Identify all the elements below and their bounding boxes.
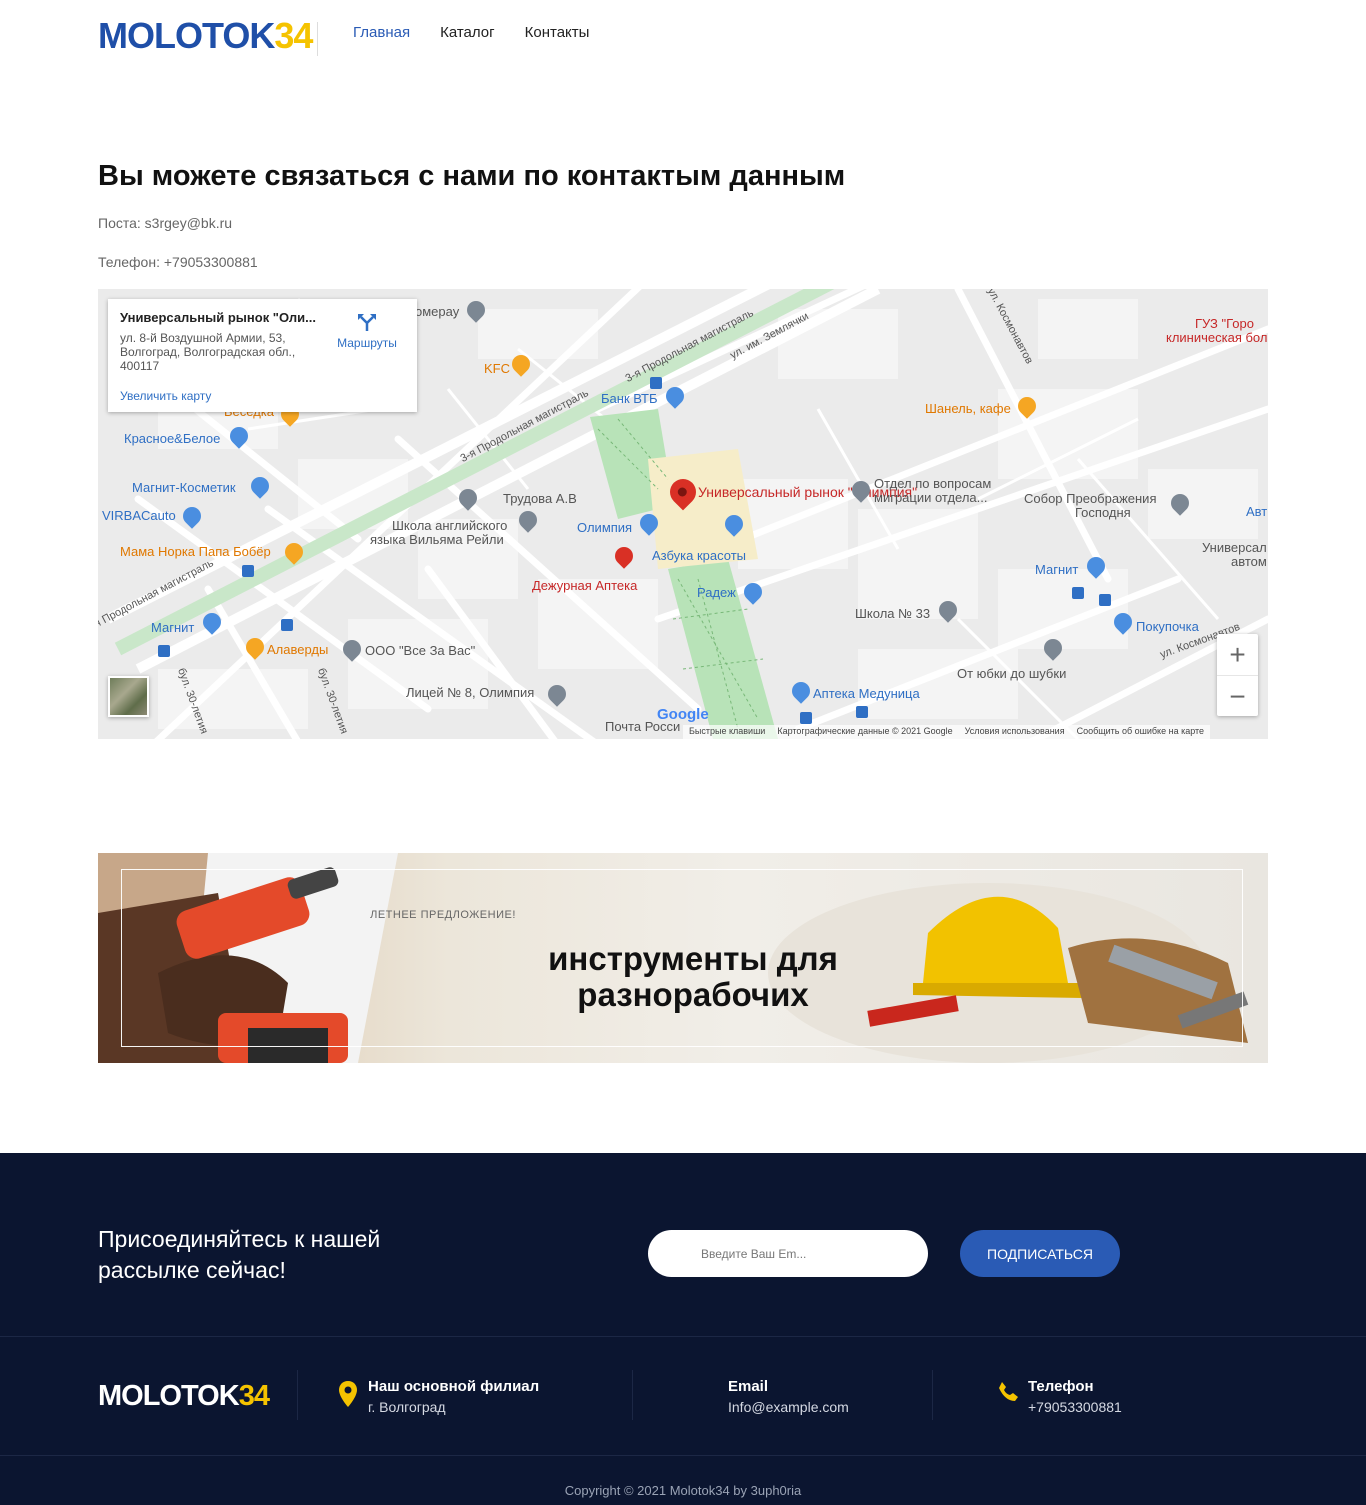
poi-label[interactable]: Магнит — [151, 621, 194, 635]
nav-home[interactable]: Главная — [353, 24, 410, 41]
site-footer — [0, 1153, 1366, 1505]
poi-label[interactable]: Банк ВТБ — [601, 392, 658, 406]
email-value[interactable]: Info@example.com — [728, 1399, 849, 1415]
poi-label[interactable]: ГУЗ "Горо — [1195, 317, 1254, 331]
google-map[interactable]: 3-я Продольная магистраль 3-я Продольная… — [98, 289, 1268, 739]
promo-banner[interactable]: ЛЕТНЕЕ ПРЕДЛОЖЕНИЕ! инструменты для разн… — [98, 853, 1268, 1063]
bus-stop-icon[interactable] — [242, 565, 254, 577]
map-attribution: Быстрые клавиши Картографические данные … — [683, 725, 1211, 739]
footer-branch: Наш основной филиал г. Волгоград — [368, 1378, 539, 1415]
poi-label[interactable]: Отдел по вопросам — [874, 477, 991, 491]
poi-label[interactable]: Универсал — [1202, 541, 1267, 555]
zoom-in-button[interactable]: + — [1217, 634, 1258, 675]
location-pin-icon — [339, 1381, 357, 1407]
site-header: MOLOTOK34 Главная Каталог Контакты — [0, 0, 1366, 70]
directions-icon — [358, 314, 376, 331]
poi-label[interactable]: клиническая боль — [1166, 331, 1268, 345]
poi-label[interactable]: Собор Преображения — [1024, 492, 1156, 506]
logo-text-number: 34 — [274, 15, 313, 56]
phone-title: Телефон — [1028, 1378, 1094, 1395]
poi-label[interactable]: миграции отдела... — [874, 491, 987, 505]
poi-label[interactable]: Дежурная Аптека — [532, 579, 637, 593]
footer-logo[interactable]: MOLOTOK34 — [98, 1380, 270, 1413]
poi-label[interactable]: Олимпия — [577, 521, 632, 535]
phone-icon — [999, 1382, 1018, 1401]
poi-label[interactable]: Трудова А.В — [503, 492, 577, 506]
terms-link[interactable]: Условия использования — [965, 726, 1065, 738]
bus-stop-icon[interactable] — [281, 619, 293, 631]
footer-column-divider — [297, 1370, 298, 1420]
poi-label[interactable]: автом — [1231, 555, 1267, 569]
satellite-toggle-button[interactable] — [108, 676, 149, 717]
poi-label[interactable]: Азбука красоты — [652, 549, 746, 563]
directions-button[interactable]: Маршруты — [332, 312, 402, 350]
poi-label[interactable]: Школа английского — [392, 519, 507, 533]
banner-kicker: ЛЕТНЕЕ ПРЕДЛОЖЕНИЕ! — [370, 909, 516, 921]
copyright: Copyright © 2021 Molotok34 by 3uph0ria — [564, 1483, 802, 1498]
logo-divider — [317, 22, 318, 56]
bus-stop-icon[interactable] — [800, 712, 812, 724]
poi-label[interactable]: Авт — [1246, 505, 1267, 519]
poi-label[interactable]: ООО "Все За Вас" — [365, 644, 475, 658]
branch-value: г. Волгоград — [368, 1399, 446, 1415]
nav-contacts[interactable]: Контакты — [525, 24, 590, 41]
zoom-out-button[interactable]: − — [1217, 676, 1258, 717]
poi-label[interactable]: Шанель, кафе — [925, 402, 1011, 416]
poi-label[interactable]: KFC — [484, 362, 510, 376]
footer-email: Email Info@example.com — [728, 1378, 849, 1415]
poi-label[interactable]: От юбки до шубки — [957, 667, 1066, 681]
poi-label[interactable]: Школа № 33 — [855, 607, 930, 621]
phone-value[interactable]: +79053300881 — [1028, 1399, 1122, 1415]
place-info-card: Универсальный рынок "Оли... ул. 8-й Возд… — [108, 299, 417, 412]
contact-email: Поста: s3rgey@bk.ru — [98, 215, 233, 231]
google-logo: Google — [657, 706, 709, 723]
poi-label[interactable]: Лицей № 8, Олимпия — [406, 686, 534, 700]
site-logo[interactable]: MOLOTOK34 — [98, 15, 313, 56]
report-error-link[interactable]: Сообщить об ошибке на карте — [1077, 726, 1204, 738]
bus-stop-icon[interactable] — [1072, 587, 1084, 599]
bus-stop-icon[interactable] — [650, 377, 662, 389]
banner-headline: инструменты для разнорабочих — [548, 940, 838, 1013]
enlarge-map-link[interactable]: Увеличить карту — [120, 389, 211, 403]
footer-column-divider — [632, 1370, 633, 1420]
map-data-credit: Картографические данные © 2021 Google — [777, 726, 953, 736]
bus-stop-icon[interactable] — [1099, 594, 1111, 606]
poi-label[interactable]: Радеж — [697, 586, 736, 600]
directions-label: Маршруты — [337, 336, 397, 350]
poi-label[interactable]: Господня — [1075, 506, 1131, 520]
poi-label[interactable]: Магнит-Косметик — [132, 481, 236, 495]
nav-catalog[interactable]: Каталог — [440, 24, 495, 41]
footer-logo-text-number: 34 — [238, 1380, 270, 1412]
newsletter-title: Присоединяйтесь к нашей рассылке сейчас! — [98, 1226, 381, 1283]
footer-phone: Телефон +79053300881 — [1028, 1378, 1122, 1415]
poi-label[interactable]: Мама Норка Папа Бобёр — [120, 545, 271, 559]
page-title: Вы можете связаться с нами по контактым … — [98, 160, 846, 192]
poi-label[interactable]: VIRBACauto — [102, 509, 176, 523]
place-address: ул. 8-й Воздушной Армии, 53, Волгоград, … — [120, 331, 296, 373]
bus-stop-icon[interactable] — [158, 645, 170, 657]
newsletter-email-input[interactable] — [648, 1230, 928, 1277]
branch-title: Наш основной филиал — [368, 1378, 540, 1395]
poi-label[interactable]: Аптека Медуница — [813, 687, 920, 701]
poi-label[interactable]: Красное&Белое — [124, 432, 220, 446]
logo-text-main: MOLOTOK — [98, 15, 275, 56]
poi-label[interactable]: Алаверды — [267, 643, 328, 657]
poi-label[interactable]: Покупочка — [1136, 620, 1199, 634]
footer-divider — [0, 1336, 1366, 1337]
keyboard-shortcuts-link[interactable]: Быстрые клавиши — [689, 726, 765, 738]
footer-logo-text-main: MOLOTOK — [98, 1380, 240, 1412]
poi-label[interactable]: Магнит — [1035, 563, 1078, 577]
poi-label[interactable]: омерау — [415, 305, 459, 319]
main-nav: Главная Каталог Контакты — [353, 24, 589, 41]
footer-column-divider — [932, 1370, 933, 1420]
email-title: Email — [728, 1378, 769, 1395]
bus-stop-icon[interactable] — [856, 706, 868, 718]
zoom-control: + − — [1217, 634, 1258, 716]
subscribe-button[interactable]: ПОДПИСАТЬСЯ — [960, 1230, 1120, 1277]
contact-phone: Телефон: +79053300881 — [98, 254, 258, 270]
footer-divider — [0, 1455, 1366, 1456]
place-name: Универсальный рынок "Оли... — [120, 310, 316, 325]
poi-label[interactable]: языка Вильяма Рейли — [370, 533, 504, 547]
